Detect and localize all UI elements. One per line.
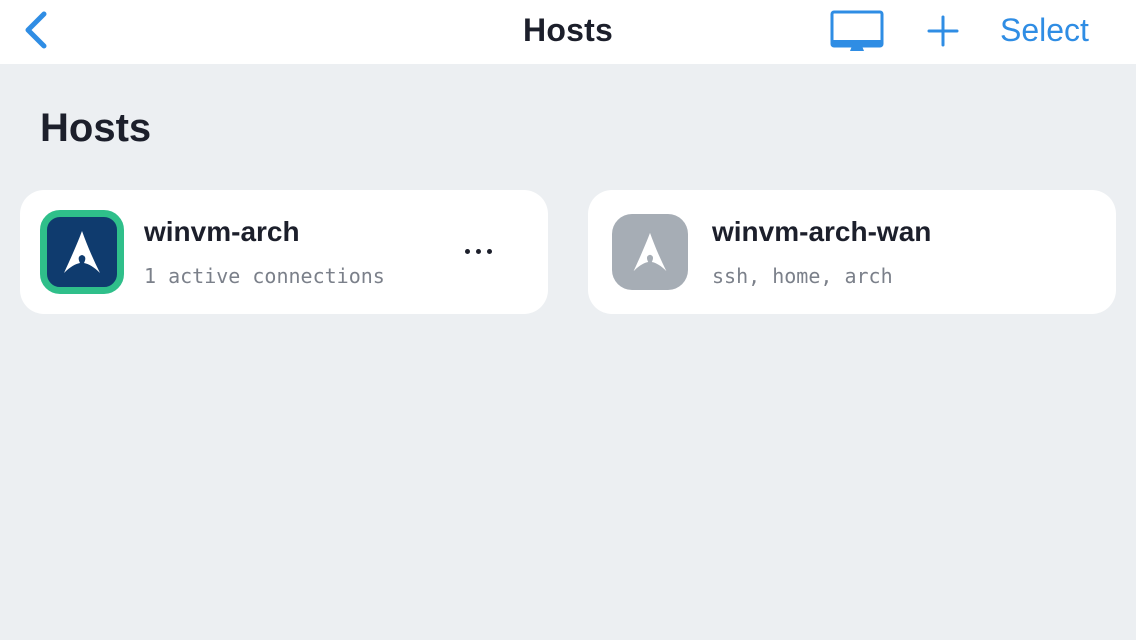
host-subtitle: ssh, home, arch: [712, 264, 893, 288]
host-subtitle: 1 active connections: [144, 264, 385, 288]
host-name: winvm-arch: [144, 216, 300, 247]
monitor-icon: [830, 10, 884, 51]
host-name: winvm-arch-wan: [712, 216, 932, 247]
nav-title: Hosts: [523, 12, 613, 48]
host-card[interactable]: winvm-arch 1 active connections: [20, 190, 548, 314]
section-title: Hosts: [40, 106, 152, 150]
arch-linux-icon: [40, 210, 124, 294]
host-card[interactable]: winvm-arch-wan ssh, home, arch: [588, 190, 1116, 314]
monitor-button[interactable]: [830, 10, 884, 54]
ellipsis-icon: [465, 249, 470, 254]
plus-icon: [927, 15, 959, 47]
navigation-bar: Hosts Select: [0, 0, 1136, 64]
arch-linux-icon: [612, 214, 688, 290]
select-button[interactable]: Select: [1000, 12, 1089, 49]
add-host-button[interactable]: [926, 14, 960, 48]
more-options-button[interactable]: [464, 238, 494, 264]
